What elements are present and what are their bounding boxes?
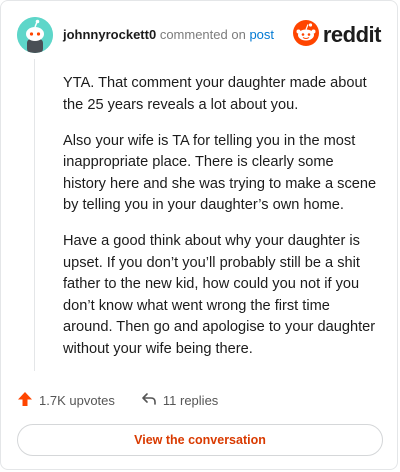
reddit-brand[interactable]: reddit [292, 19, 382, 51]
reddit-logo-icon [292, 19, 319, 51]
comment-header: johnnyrockett0 commented on post reddit [17, 15, 382, 55]
commented-on-label: commented on [159, 27, 246, 42]
thread-line [34, 59, 35, 371]
snoo-avatar-icon[interactable] [17, 17, 53, 53]
comment-actions: 1.7K upvotes 11 replies [17, 389, 244, 411]
upvote-count: 1.7K upvotes [39, 392, 115, 408]
reddit-wordmark: reddit [322, 22, 382, 47]
comment-paragraph: Have a good think about why your daughte… [63, 233, 376, 357]
post-link[interactable]: post [249, 27, 274, 42]
author-line: johnnyrockett0 commented on post [63, 27, 274, 42]
upvote-button[interactable]: 1.7K upvotes [17, 391, 115, 410]
comment-paragraph: YTA. That comment your daughter made abo… [63, 75, 367, 113]
comment-paragraph: Also your wife is TA for telling you in … [63, 132, 377, 214]
reply-arrow-icon [141, 392, 163, 409]
upvote-arrow-icon [17, 391, 39, 410]
comment-card: johnnyrockett0 commented on post reddit [0, 0, 398, 470]
replies-button[interactable]: 11 replies [141, 392, 218, 409]
comment-body: YTA. That comment your daughter made abo… [63, 73, 379, 375]
author-name[interactable]: johnnyrockett0 [63, 27, 156, 42]
reply-count: 11 replies [162, 392, 219, 408]
view-conversation-button[interactable]: View the conversation [17, 424, 383, 456]
